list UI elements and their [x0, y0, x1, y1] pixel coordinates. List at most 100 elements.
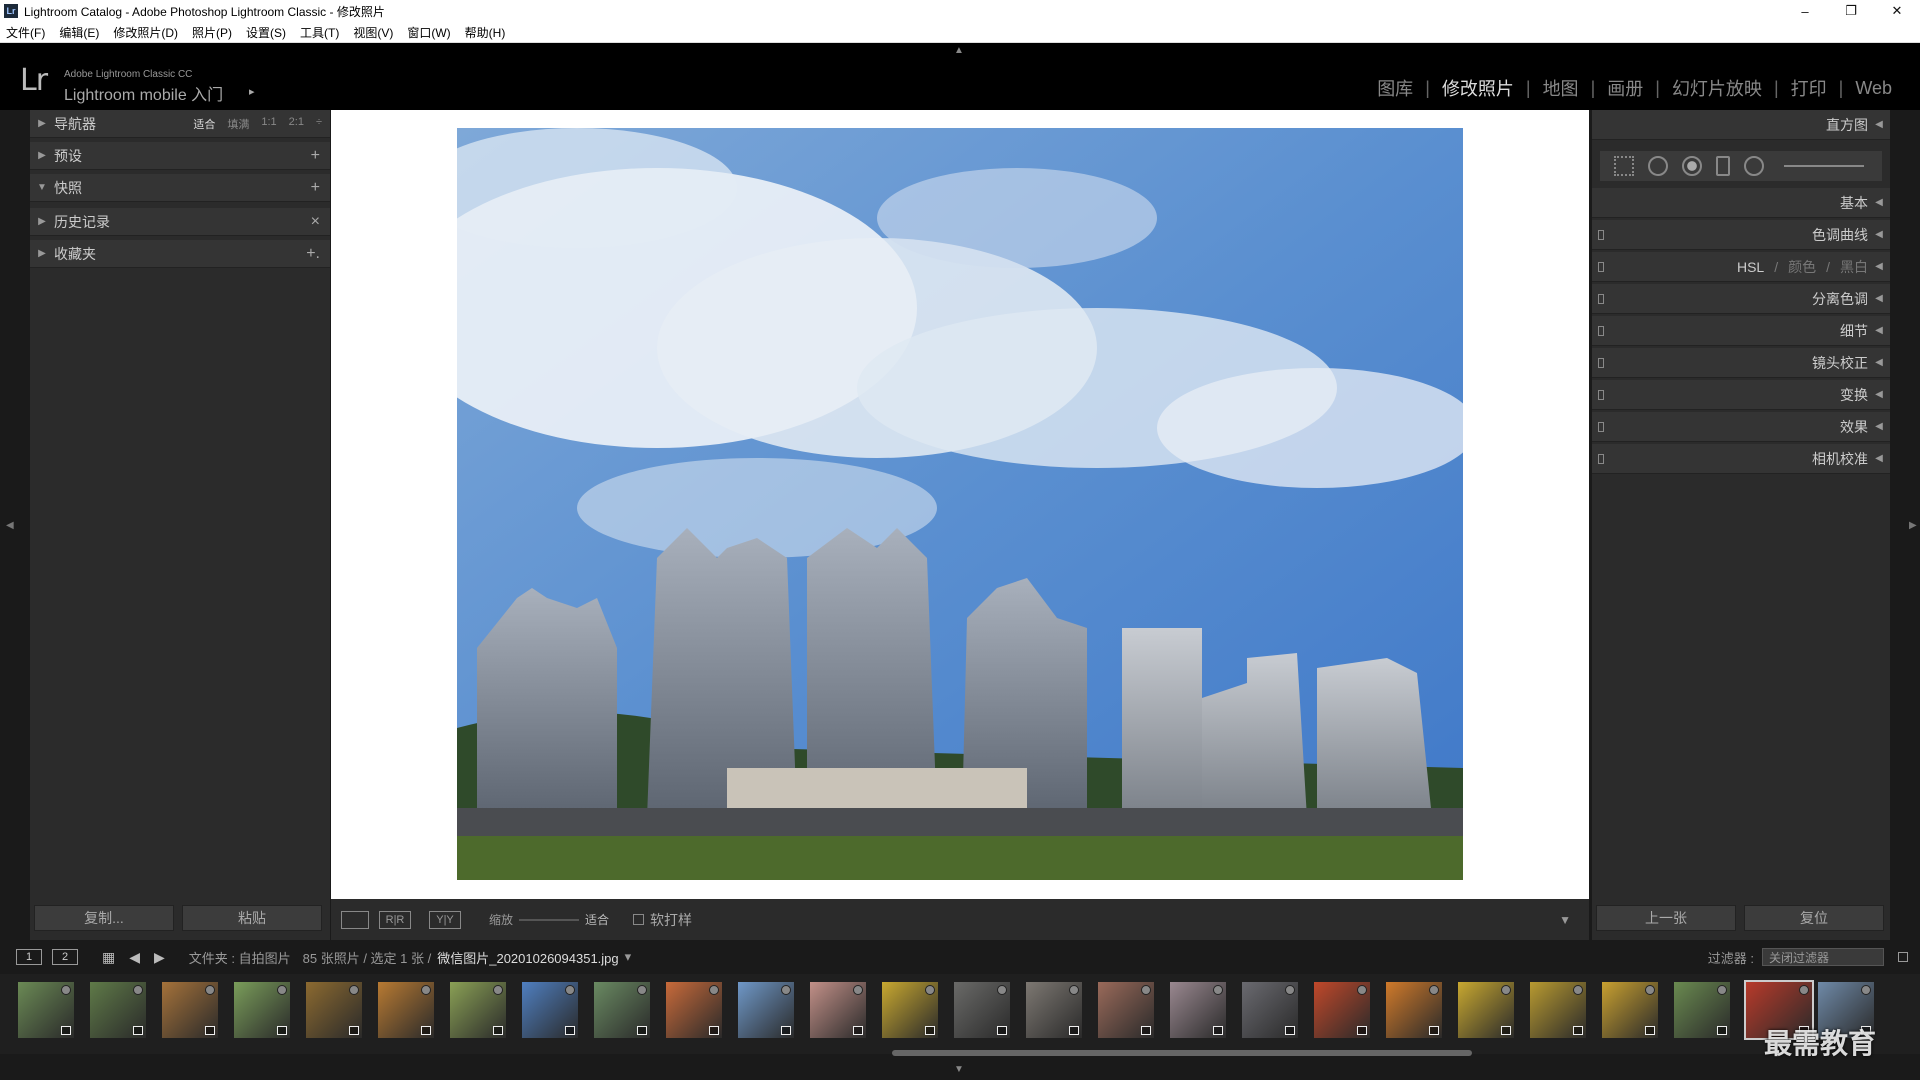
presets-header[interactable]: ▶ 预设 +	[30, 142, 330, 170]
filename-dropdown-icon[interactable]: ▾	[625, 949, 632, 965]
reset-button[interactable]: 复位	[1744, 905, 1884, 931]
filmstrip-thumbnail[interactable]	[88, 980, 148, 1040]
filmstrip-thumbnail[interactable]	[592, 980, 652, 1040]
filmstrip-thumbnail[interactable]	[952, 980, 1012, 1040]
zoom-2-1[interactable]: 2:1	[289, 116, 304, 132]
zoom-more-icon[interactable]: ÷	[316, 116, 322, 132]
zoom-fill[interactable]: 填满	[227, 116, 249, 132]
hsl-header[interactable]: HSL / 颜色 / 黑白 ◀	[1592, 252, 1890, 282]
compare-view-icon[interactable]: R|R	[379, 910, 411, 929]
filmstrip-thumbnail[interactable]	[16, 980, 76, 1040]
hsl-label[interactable]: HSL	[1737, 259, 1764, 275]
menu-window[interactable]: 窗口(W)	[407, 24, 450, 41]
filmstrip-thumbnail[interactable]	[1456, 980, 1516, 1040]
add-snapshot-icon[interactable]: +	[311, 179, 320, 197]
filmstrip-thumbnail[interactable]	[376, 980, 436, 1040]
effects-header[interactable]: 效果 ◀	[1592, 412, 1890, 442]
filmstrip-thumbnail[interactable]	[1600, 980, 1660, 1040]
detail-header[interactable]: 细节 ◀	[1592, 316, 1890, 346]
menu-view[interactable]: 视图(V)	[353, 24, 393, 41]
crop-tool-icon[interactable]	[1614, 156, 1634, 176]
filmstrip-thumbnail[interactable]	[232, 980, 292, 1040]
filmstrip-thumbnail[interactable]	[1312, 980, 1372, 1040]
menu-help[interactable]: 帮助(H)	[465, 24, 506, 41]
filmstrip-thumbnail[interactable]	[1672, 980, 1732, 1040]
clear-history-icon[interactable]: ×	[311, 213, 320, 231]
module-web[interactable]: Web	[1843, 78, 1904, 99]
tone-curve-header[interactable]: 色调曲线 ◀	[1592, 220, 1890, 250]
menu-edit[interactable]: 编辑(E)	[59, 24, 99, 41]
add-preset-icon[interactable]: +	[311, 147, 320, 165]
add-collection-icon[interactable]: +.	[306, 245, 320, 263]
copy-settings-button[interactable]: 复制...	[34, 905, 174, 931]
module-map[interactable]: 地图	[1531, 75, 1591, 101]
menu-develop[interactable]: 修改照片(D)	[113, 24, 178, 41]
filmstrip-thumbnail[interactable]	[664, 980, 724, 1040]
filmstrip-thumbnail[interactable]	[880, 980, 940, 1040]
current-filename[interactable]: 微信图片_20201026094351.jpg	[437, 948, 618, 967]
filter-select[interactable]: 关闭过滤器	[1762, 948, 1884, 966]
color-label[interactable]: 颜色	[1788, 257, 1816, 277]
module-print[interactable]: 打印	[1779, 75, 1839, 101]
module-develop[interactable]: 修改照片	[1430, 75, 1526, 101]
back-arrow-icon[interactable]: ◀	[129, 949, 140, 966]
menu-photo[interactable]: 照片(P)	[192, 24, 232, 41]
collapse-top-arrow-icon[interactable]: ▲	[954, 45, 964, 56]
filmstrip-thumbnail[interactable]	[1528, 980, 1588, 1040]
lightroom-mobile-link[interactable]: Lightroom mobile 入门	[64, 81, 223, 105]
filmstrip-thumbnail[interactable]	[304, 980, 364, 1040]
filter-lock-icon[interactable]	[1898, 952, 1908, 962]
histogram-header[interactable]: 直方图 ◀	[1592, 110, 1890, 140]
panel-switch-icon[interactable]	[1598, 421, 1604, 432]
toolbar-dropdown-icon[interactable]: ▼	[1559, 913, 1571, 927]
collapse-bottom-arrow-icon[interactable]: ▼	[954, 1064, 964, 1075]
panel-switch-icon[interactable]	[1598, 293, 1604, 304]
red-eye-icon[interactable]	[1682, 156, 1702, 176]
navigator-header[interactable]: ▶ 导航器 适合 填满 1:1 2:1 ÷	[30, 110, 330, 138]
snapshots-header[interactable]: ▼ 快照 +	[30, 174, 330, 202]
filmstrip-thumbnail[interactable]	[1024, 980, 1084, 1040]
minimize-button[interactable]: –	[1782, 4, 1828, 19]
panel-switch-icon[interactable]	[1598, 261, 1604, 272]
zoom-1-1[interactable]: 1:1	[261, 116, 276, 132]
collections-header[interactable]: ▶ 收藏夹 +.	[30, 240, 330, 268]
before-after-view-icon[interactable]: Y|Y	[429, 910, 461, 929]
play-arrow-icon[interactable]: ▸	[249, 85, 255, 98]
menu-tools[interactable]: 工具(T)	[300, 24, 339, 41]
graduated-filter-icon[interactable]	[1716, 156, 1730, 176]
filmstrip-thumbnail[interactable]	[1240, 980, 1300, 1040]
menu-settings[interactable]: 设置(S)	[246, 24, 286, 41]
paste-settings-button[interactable]: 粘贴	[182, 905, 322, 931]
filmstrip-thumbnail[interactable]	[1384, 980, 1444, 1040]
module-book[interactable]: 画册	[1595, 75, 1655, 101]
radial-filter-icon[interactable]	[1744, 156, 1764, 176]
filmstrip-thumbnail[interactable]	[448, 980, 508, 1040]
panel-switch-icon[interactable]	[1598, 453, 1604, 464]
brush-slider[interactable]	[1784, 165, 1864, 167]
module-slideshow[interactable]: 幻灯片放映	[1660, 75, 1774, 101]
grid-view-icon[interactable]: ▦	[102, 949, 115, 966]
module-library[interactable]: 图库	[1365, 75, 1425, 101]
filmstrip-scrollbar[interactable]	[892, 1050, 1472, 1056]
history-header[interactable]: ▶ 历史记录 ×	[30, 208, 330, 236]
split-toning-header[interactable]: 分离色调 ◀	[1592, 284, 1890, 314]
forward-arrow-icon[interactable]: ▶	[154, 949, 165, 966]
filmstrip-thumbnail[interactable]	[808, 980, 868, 1040]
softproof-checkbox[interactable]	[633, 914, 645, 925]
panel-switch-icon[interactable]	[1598, 325, 1604, 336]
maximize-button[interactable]: ❐	[1828, 3, 1874, 19]
menu-file[interactable]: 文件(F)	[6, 24, 45, 41]
loupe-view-icon[interactable]	[341, 910, 369, 929]
basic-header[interactable]: 基本 ◀	[1592, 188, 1890, 218]
lens-correction-header[interactable]: 镜头校正 ◀	[1592, 348, 1890, 378]
zoom-fit[interactable]: 适合	[193, 116, 215, 132]
right-panel-toggle-icon[interactable]: ▶	[1909, 520, 1917, 531]
bw-label[interactable]: 黑白	[1840, 257, 1868, 277]
panel-switch-icon[interactable]	[1598, 357, 1604, 368]
secondary-window-button[interactable]: 2	[52, 949, 78, 965]
spot-removal-icon[interactable]	[1648, 156, 1668, 176]
folder-path[interactable]: 文件夹 : 自拍图片	[189, 948, 291, 967]
panel-switch-icon[interactable]	[1598, 389, 1604, 400]
primary-window-button[interactable]: 1	[16, 949, 42, 965]
close-button[interactable]: ✕	[1874, 3, 1920, 19]
